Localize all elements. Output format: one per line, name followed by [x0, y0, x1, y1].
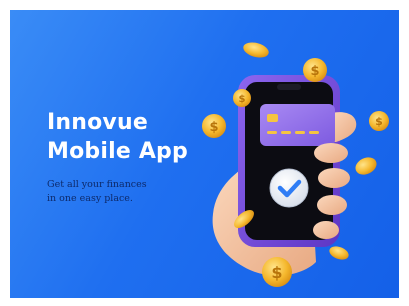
dollar-coin-icon: $	[233, 89, 251, 107]
svg-text:$: $	[239, 94, 246, 105]
dollar-coin-icon	[243, 42, 269, 58]
svg-text:$: $	[271, 263, 282, 282]
svg-text:$: $	[310, 64, 319, 79]
credit-card-icon	[260, 104, 335, 146]
dollar-coin-icon	[355, 157, 377, 175]
svg-text:$: $	[209, 120, 218, 135]
hand-holding-phone-illustration: $ $ $ $ $	[202, 42, 389, 287]
promo-banner: Innovue Mobile App Get all your finances…	[10, 10, 399, 298]
page: Innovue Mobile App Get all your finances…	[0, 0, 409, 306]
dollar-coin-icon	[329, 246, 349, 260]
dollar-coin-icon: $	[369, 111, 389, 131]
svg-text:$: $	[375, 115, 383, 128]
checkmark-icon	[269, 168, 309, 208]
dollar-coin-icon: $	[303, 58, 327, 82]
dollar-coin-icon: $	[202, 114, 226, 138]
dollar-coin-icon: $	[262, 257, 292, 287]
